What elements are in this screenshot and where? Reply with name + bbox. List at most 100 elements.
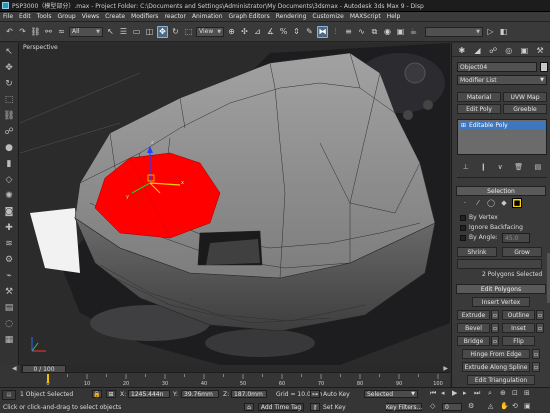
zoom-icon[interactable]: ⌕ xyxy=(488,389,492,398)
menu-views[interactable]: Views xyxy=(82,13,99,20)
ring-loop-button[interactable] xyxy=(457,259,542,269)
auto-key-button[interactable]: Auto Key xyxy=(323,391,350,398)
menu-animation[interactable]: Animation xyxy=(192,13,223,20)
vertex-icon[interactable]: · xyxy=(460,198,470,208)
rect-selection-icon[interactable]: ▭ xyxy=(131,26,142,38)
rotate-icon[interactable]: ↻ xyxy=(3,77,16,90)
select-scale-icon[interactable]: ⬚ xyxy=(183,26,194,38)
zoom-all-icon[interactable]: ⊕ xyxy=(500,389,506,397)
viewport-label[interactable]: Perspective xyxy=(23,44,58,51)
time-tag-icon[interactable]: ⌂ xyxy=(244,403,254,411)
menu-tools[interactable]: Tools xyxy=(37,13,52,20)
previous-frame-icon[interactable]: ◂ xyxy=(441,389,445,397)
go-to-end-icon[interactable]: ⏭ xyxy=(474,389,480,398)
render-last-icon[interactable]: ◧ xyxy=(498,26,509,38)
percent-snap-icon[interactable]: % xyxy=(278,26,289,38)
zoom-extents-all-icon[interactable]: ⊞ xyxy=(524,389,530,397)
shrink-button[interactable]: Shrink xyxy=(457,247,497,257)
by-angle-checkbox[interactable]: By Angle: xyxy=(460,234,498,241)
mirror-icon[interactable]: ⧓ xyxy=(317,25,328,38)
edge-icon[interactable]: ⁄ xyxy=(473,198,483,208)
menu-rendering[interactable]: Rendering xyxy=(276,13,307,20)
configure-sets-icon[interactable]: ▤ xyxy=(535,163,542,171)
menu-file[interactable]: File xyxy=(3,13,13,20)
display-icon[interactable]: ▤ xyxy=(3,301,16,314)
element-icon[interactable]: ■ xyxy=(512,198,522,208)
menu-modifiers[interactable]: Modifiers xyxy=(131,13,158,20)
field-of-view-icon[interactable]: ◬ xyxy=(488,402,493,410)
set-key-button[interactable]: Set Key xyxy=(323,404,346,411)
set-key-icon[interactable]: ⚷ xyxy=(310,403,320,411)
link-icon[interactable]: ⛓ xyxy=(3,109,16,122)
show-end-result-icon[interactable]: ❙ xyxy=(480,163,486,171)
helper-icon[interactable]: ✚ xyxy=(3,221,16,234)
bevel-settings-button[interactable]: ▫ xyxy=(491,323,499,333)
time-config-icon[interactable]: ⚙ xyxy=(468,402,474,410)
bridge-button[interactable]: Bridge xyxy=(457,336,490,346)
create-tab-icon[interactable]: ✱ xyxy=(456,45,467,55)
key-filters-button[interactable]: Key Filters... xyxy=(386,403,422,411)
motion-icon[interactable]: ◌ xyxy=(3,317,16,330)
systems-icon[interactable]: ⚙ xyxy=(3,253,16,266)
material-editor-icon[interactable]: ◉ xyxy=(382,26,393,38)
bridge-settings-button[interactable]: ▫ xyxy=(491,336,499,346)
select-link-icon[interactable]: ⛓ xyxy=(30,26,41,38)
zoom-extents-icon[interactable]: ⊡ xyxy=(512,389,518,397)
add-time-tag-button[interactable]: Add Time Tag xyxy=(258,403,304,411)
slider-left-icon[interactable]: ◀ xyxy=(12,365,17,372)
select-object-icon[interactable]: ↖ xyxy=(105,26,116,38)
outline-settings-button[interactable]: ▫ xyxy=(536,310,544,320)
border-icon[interactable]: ◯ xyxy=(486,198,496,208)
curve-editor-icon[interactable]: ∿ xyxy=(356,26,367,38)
hinge-from-edge-button[interactable]: Hinge From Edge xyxy=(462,349,530,359)
select-rotate-icon[interactable]: ↻ xyxy=(170,26,181,38)
select-manipulate-icon[interactable]: ✣ xyxy=(239,26,250,38)
by-angle-spinner[interactable]: 45.0 xyxy=(502,233,530,243)
frame-ruler[interactable]: 0 10 20 30 40 50 60 70 80 90 100 xyxy=(20,374,450,387)
snaps-toggle-icon[interactable]: ⊿ xyxy=(252,26,263,38)
absolute-mode-icon[interactable]: ⊞ xyxy=(106,390,116,398)
ref-coord-dropdown[interactable]: View ▼ xyxy=(196,26,224,37)
edit-poly-button[interactable]: Edit Poly xyxy=(457,104,501,114)
modifier-stack[interactable]: ⊞ Editable Poly xyxy=(457,119,547,155)
layer-manager-icon[interactable]: ≡ xyxy=(343,26,354,38)
extrude-button[interactable]: Extrude xyxy=(457,310,490,320)
display-tab-icon[interactable]: ▣ xyxy=(519,45,530,55)
maxscript-listener-button[interactable]: ▤ xyxy=(2,390,16,400)
app-icon[interactable] xyxy=(2,2,9,9)
remove-modifier-icon[interactable]: 🗑 xyxy=(514,163,523,171)
by-vertex-checkbox[interactable]: By Vertex xyxy=(460,214,498,221)
spacewarp-icon[interactable]: ≋ xyxy=(3,237,16,250)
scale-icon[interactable]: ⬚ xyxy=(3,93,16,106)
select-move-icon[interactable]: ✥ xyxy=(157,25,168,38)
make-unique-icon[interactable]: ∨ xyxy=(498,163,503,171)
next-frame-icon[interactable]: ▸ xyxy=(463,389,467,397)
polygon-icon[interactable]: ◆ xyxy=(499,198,509,208)
selection-rollout[interactable]: Selection xyxy=(456,186,546,196)
align-icon[interactable]: ⫶ xyxy=(330,26,341,38)
time-slider[interactable]: ◀ 0 / 100 ▶ xyxy=(12,365,450,373)
edit-triangulation-button[interactable]: Edit Triangulation xyxy=(467,375,535,385)
pin-stack-icon[interactable]: ⊥ xyxy=(463,163,469,171)
extrude-along-spline-settings-button[interactable]: ▫ xyxy=(532,362,540,372)
inset-settings-button[interactable]: ▫ xyxy=(536,323,544,333)
spinner-snap-icon[interactable]: ⇕ xyxy=(291,26,302,38)
undo-icon[interactable]: ↶ xyxy=(4,26,15,38)
bevel-button[interactable]: Bevel xyxy=(457,323,490,333)
stack-item-editable-poly[interactable]: ⊞ Editable Poly xyxy=(459,121,545,129)
pivot-center-icon[interactable]: ⊕ xyxy=(226,26,237,38)
render-icon[interactable]: ▷ xyxy=(485,26,496,38)
move-icon[interactable]: ✥ xyxy=(3,61,16,74)
menu-graph-editors[interactable]: Graph Editors xyxy=(229,13,270,20)
extrude-along-spline-button[interactable]: Extrude Along Spline xyxy=(462,362,530,372)
perspective-viewport[interactable]: Perspective z x y xyxy=(20,43,450,365)
time-slider-knob[interactable]: 0 / 100 xyxy=(22,365,66,373)
quick-render-icon[interactable]: ☕ xyxy=(408,26,419,38)
hinge-settings-button[interactable]: ▫ xyxy=(532,349,540,359)
menu-maxscript[interactable]: MAXScript xyxy=(350,13,381,20)
edit-named-selection-icon[interactable]: ✎ xyxy=(304,26,315,38)
motion-tab-icon[interactable]: ◎ xyxy=(503,45,514,55)
key-mode-toggle-icon[interactable]: ◇ xyxy=(430,402,435,410)
object-color-swatch[interactable] xyxy=(540,62,548,72)
orbit-icon[interactable]: ⟲ xyxy=(512,402,518,410)
